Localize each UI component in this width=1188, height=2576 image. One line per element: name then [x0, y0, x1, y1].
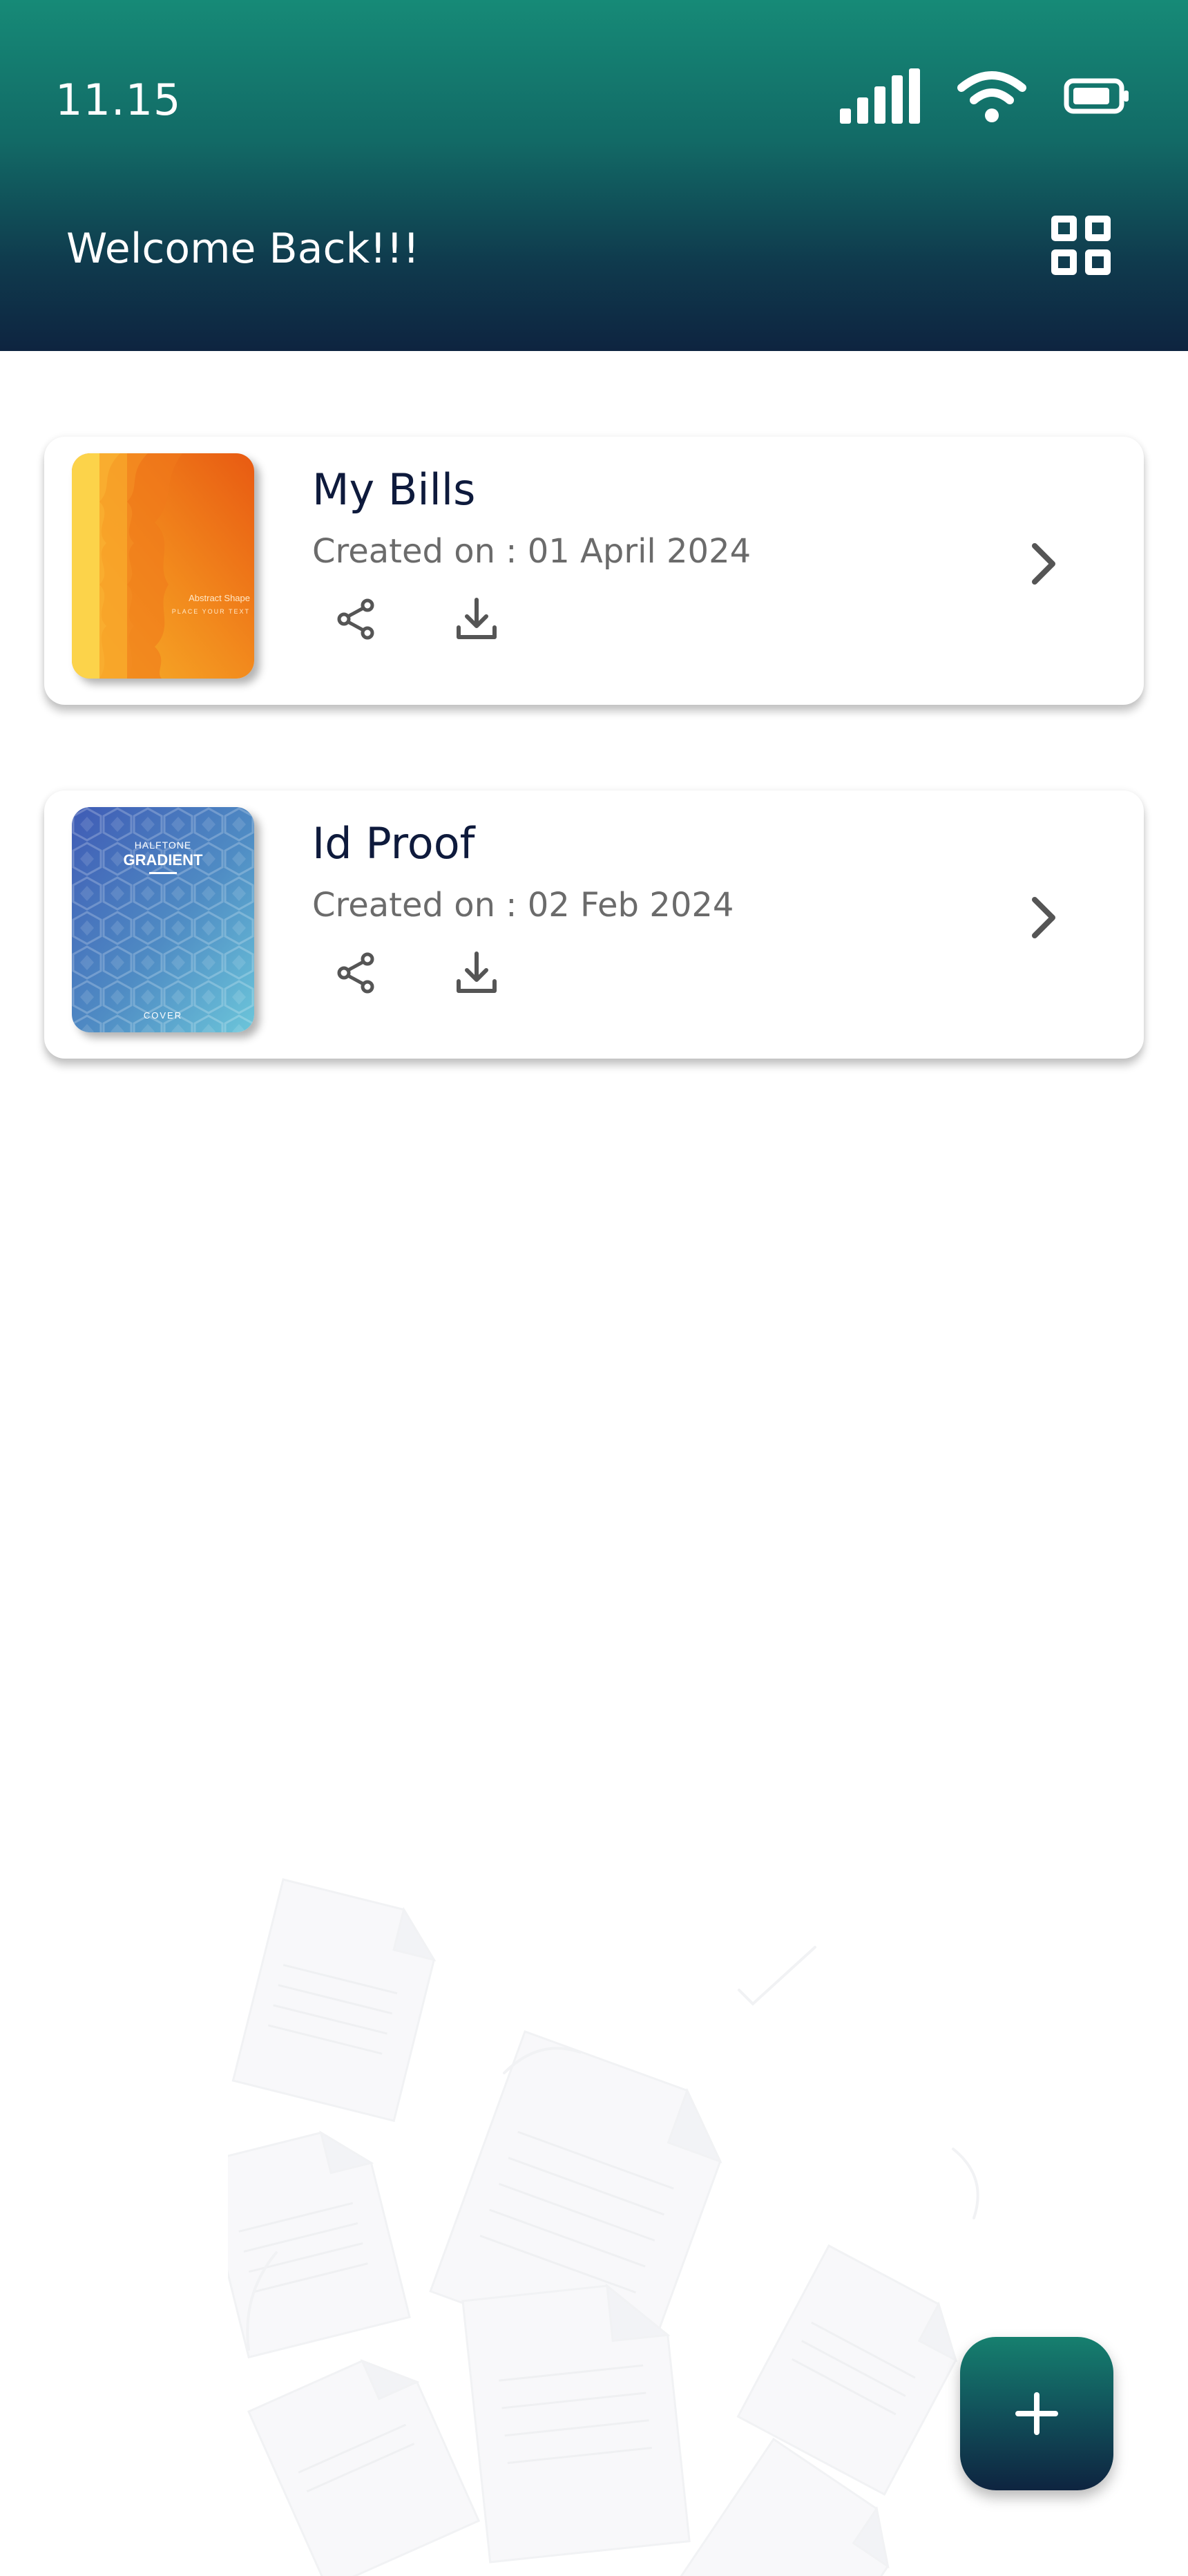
- share-icon[interactable]: [334, 951, 379, 995]
- document-thumbnail: HALFTONE GRADIENT COVER: [72, 807, 254, 1032]
- app-header: 11.15 Welcome Back!!!: [0, 0, 1188, 351]
- download-icon[interactable]: [454, 951, 499, 995]
- grid-view-icon[interactable]: [1051, 216, 1111, 275]
- status-time: 11.15: [55, 75, 182, 125]
- thumbnail-text-2: PLACE YOUR TEXT: [172, 608, 250, 615]
- download-icon[interactable]: [454, 597, 499, 641]
- battery-icon: [1064, 78, 1129, 114]
- chevron-right-icon[interactable]: [1026, 893, 1061, 943]
- plus-icon: [1015, 2392, 1058, 2435]
- document-title: Id Proof: [312, 818, 475, 869]
- document-created-date: Created on : 01 April 2024: [312, 532, 751, 571]
- document-title: My Bills: [312, 464, 476, 515]
- thumbnail-text-2: GRADIENT: [124, 851, 203, 869]
- wifi-icon: [957, 71, 1026, 122]
- thumbnail-text-3: COVER: [144, 1010, 182, 1021]
- document-thumbnail: Abstract Shape PLACE YOUR TEXT: [72, 453, 254, 679]
- chevron-right-icon[interactable]: [1026, 539, 1061, 589]
- document-created-date: Created on : 02 Feb 2024: [312, 886, 734, 925]
- thumbnail-text-1: Abstract Shape: [189, 593, 250, 603]
- share-icon[interactable]: [334, 597, 379, 641]
- add-document-button[interactable]: [960, 2337, 1113, 2490]
- welcome-text: Welcome Back!!!: [66, 225, 420, 273]
- document-card[interactable]: Abstract Shape PLACE YOUR TEXT My Bills …: [44, 437, 1144, 705]
- document-card[interactable]: HALFTONE GRADIENT COVER Id Proof Created…: [44, 790, 1144, 1059]
- signal-icon: [840, 68, 920, 124]
- documents-illustration: [228, 1878, 979, 2576]
- status-icons: [840, 68, 1130, 124]
- thumbnail-text-1: HALFTONE: [135, 840, 191, 851]
